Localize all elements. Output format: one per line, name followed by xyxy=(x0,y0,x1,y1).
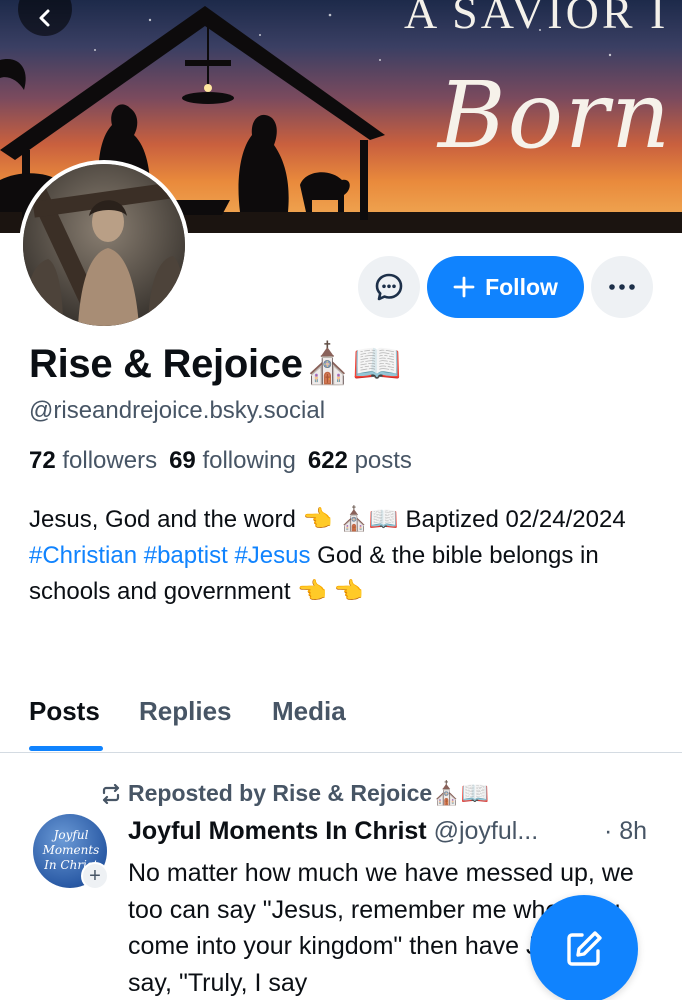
plus-icon xyxy=(453,276,475,298)
active-tab-indicator xyxy=(29,746,103,751)
plus-icon: + xyxy=(89,865,101,887)
hashtag-link[interactable]: #Jesus xyxy=(234,542,310,569)
avatar-image xyxy=(23,164,185,326)
posts-label: posts xyxy=(354,447,412,474)
follow-author-button[interactable]: + xyxy=(81,862,109,890)
follow-label: Follow xyxy=(485,273,558,300)
display-name: Rise & Rejoice⛪📖 xyxy=(29,342,402,386)
following-label: following xyxy=(202,447,296,474)
compose-pencil-icon xyxy=(567,931,602,966)
more-options-button[interactable] xyxy=(591,256,653,318)
chevron-left-icon xyxy=(39,9,50,27)
following-link[interactable]: 69 following xyxy=(169,447,296,474)
chat-bubble-icon xyxy=(375,273,403,301)
profile-stats: 72 followers 69 following 622 posts xyxy=(29,447,412,475)
banner-headline: A SAVIOR I xyxy=(404,0,669,38)
profile-avatar[interactable] xyxy=(19,160,189,330)
profile-handle: @riseandrejoice.bsky.social xyxy=(29,397,326,424)
compose-button[interactable] xyxy=(530,895,638,1000)
followers-label: followers xyxy=(62,447,158,474)
followers-link[interactable]: 72 followers xyxy=(29,447,157,474)
divider xyxy=(0,752,682,753)
posts-stat: 622 posts xyxy=(308,447,412,474)
post-author-name: Joyful Moments In Christ xyxy=(128,817,427,845)
message-button[interactable] xyxy=(358,256,420,318)
tab-replies[interactable]: Replies xyxy=(139,696,232,727)
tab-posts[interactable]: Posts xyxy=(29,696,100,727)
repost-icon xyxy=(102,783,120,804)
post-author[interactable]: Joyful Moments In Christ @joyful... xyxy=(128,817,538,846)
post-timestamp[interactable]: · 8h xyxy=(604,817,647,846)
bio-text: Jesus, God and the word 👈 ⛪📖 Baptized 02… xyxy=(29,506,626,533)
tab-media[interactable]: Media xyxy=(272,696,346,727)
repost-indicator[interactable]: Reposted by Rise & Rejoice⛪📖 xyxy=(100,780,489,807)
hashtag-link[interactable]: #Christian xyxy=(29,542,137,569)
posts-count: 622 xyxy=(307,447,348,474)
profile-tabs: Posts Replies Media xyxy=(0,690,682,753)
banner-script-text: Born xyxy=(438,62,673,169)
follow-button[interactable]: Follow xyxy=(427,256,584,318)
profile-bio: Jesus, God and the word 👈 ⛪📖 Baptized 02… xyxy=(29,502,659,610)
followers-count: 72 xyxy=(29,447,56,474)
ellipsis-icon xyxy=(609,284,635,290)
hashtag-link[interactable]: #baptist xyxy=(144,542,228,569)
following-count: 69 xyxy=(169,447,196,474)
repost-label: Reposted by Rise & Rejoice⛪📖 xyxy=(128,780,490,806)
post-author-handle: @joyful... xyxy=(433,817,539,845)
